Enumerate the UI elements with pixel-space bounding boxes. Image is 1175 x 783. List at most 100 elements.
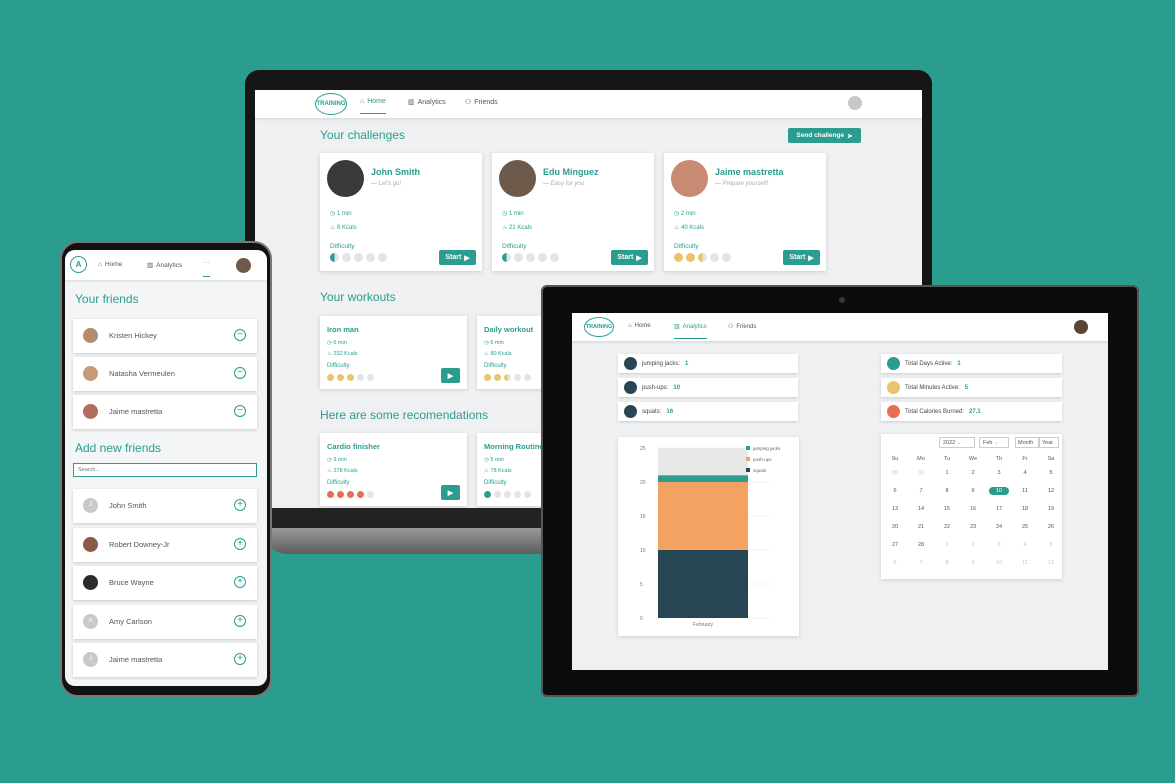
calendar-day[interactable]: 24 <box>989 524 1009 530</box>
play-icon: ▶ <box>636 254 642 262</box>
nav-analytics[interactable]: ▥ Analytics <box>408 98 446 107</box>
user-avatar[interactable] <box>236 258 251 273</box>
user-avatar[interactable] <box>848 96 862 110</box>
app-logo[interactable]: TRAINING <box>315 93 347 115</box>
user-avatar[interactable] <box>1074 320 1088 334</box>
calendar-day[interactable]: 4 <box>1015 470 1035 476</box>
stat-value: 1 <box>957 360 961 367</box>
workout-card[interactable]: Iron man ◷ 6 min ♨ 232 Kcals Difficulty … <box>320 316 467 389</box>
send-challenge-label: Send challenge <box>796 132 845 139</box>
suggestion-name: John Smith <box>109 501 147 510</box>
calendar-day[interactable]: 26 <box>1041 524 1061 530</box>
nav-more[interactable]: ··· <box>203 259 210 277</box>
calendar-day[interactable]: 11 <box>1015 488 1035 494</box>
calendar-day[interactable]: 7 <box>911 560 931 566</box>
send-challenge-button[interactable]: Send challenge ➤ <box>788 128 861 143</box>
calendar-day[interactable]: 18 <box>1015 506 1035 512</box>
laptop-navbar: TRAINING ⌂ Home ▥ Analytics ⚇ Friends <box>255 90 922 118</box>
calendar-day[interactable]: 14 <box>911 506 931 512</box>
add-friend-icon[interactable]: + <box>234 538 246 550</box>
nav-friends[interactable]: ⚇ Friends <box>465 98 498 107</box>
calendar-day[interactable]: 30 <box>885 470 905 476</box>
view-month-button[interactable]: Month <box>1015 437 1039 448</box>
difficulty-dots <box>674 253 731 262</box>
calendar-day[interactable]: 22 <box>937 524 957 530</box>
challenge-time: ◷ 2 min <box>674 211 696 217</box>
calendar-day[interactable]: 20 <box>885 524 905 530</box>
exercise-value: 1 <box>685 360 689 367</box>
start-button[interactable]: Start ▶ <box>611 250 648 265</box>
calendar-day[interactable]: 4 <box>1015 542 1035 548</box>
calendar-day[interactable]: 6 <box>885 488 905 494</box>
friend-row: Jaime mastretta − <box>73 395 257 429</box>
nav-home[interactable]: ⌂ Home <box>98 261 122 268</box>
recommendation-card[interactable]: Cardio finisher ◷ 9 min ♨ 278 Kcals Diff… <box>320 433 467 506</box>
play-button[interactable]: ▶ <box>441 368 460 383</box>
calendar-day[interactable]: 15 <box>937 506 957 512</box>
calendar-day[interactable]: 21 <box>911 524 931 530</box>
calendar-day[interactable]: 17 <box>989 506 1009 512</box>
challenger-avatar <box>499 160 536 197</box>
start-button[interactable]: Start ▶ <box>783 250 820 265</box>
nav-home[interactable]: ⌂ Home <box>360 98 386 114</box>
clock-icon: ◷ <box>330 211 337 217</box>
app-logo-icon[interactable]: A <box>70 256 87 273</box>
calendar-day[interactable]: 2 <box>963 470 983 476</box>
calendar-day[interactable]: 1 <box>937 470 957 476</box>
add-friend-icon[interactable]: + <box>234 576 246 588</box>
calendar-day[interactable]: 1 <box>937 542 957 548</box>
calendar-day[interactable]: 13 <box>885 506 905 512</box>
search-input[interactable] <box>73 463 257 477</box>
remove-friend-icon[interactable]: − <box>234 367 246 379</box>
add-friend-icon[interactable]: + <box>234 653 246 665</box>
nav-analytics[interactable]: ▥ Analytics <box>147 261 182 270</box>
calendar-day[interactable]: 8 <box>937 488 957 494</box>
calendar-day[interactable]: 28 <box>911 542 931 548</box>
calendar-day[interactable]: 3 <box>989 542 1009 548</box>
calendar-day[interactable]: 23 <box>963 524 983 530</box>
calendar-day[interactable]: 11 <box>1015 560 1035 566</box>
calendar-day[interactable]: 10 <box>989 487 1009 495</box>
avatar <box>83 404 98 419</box>
calendar-day[interactable]: 19 <box>1041 506 1061 512</box>
difficulty-label: Difficulty <box>330 243 355 250</box>
legend-swatch <box>746 446 750 450</box>
calendar-day[interactable]: 9 <box>963 560 983 566</box>
calendar-day[interactable]: 31 <box>911 470 931 476</box>
flame-icon: ♨ <box>330 225 338 231</box>
calendar-day[interactable]: 8 <box>937 560 957 566</box>
remove-friend-icon[interactable]: − <box>234 329 246 341</box>
app-logo[interactable]: TRAINING <box>584 317 614 337</box>
play-icon: ▶ <box>464 254 470 262</box>
calendar-day[interactable]: 9 <box>963 488 983 494</box>
calendar-day[interactable]: 5 <box>1041 470 1061 476</box>
calendar-day[interactable]: 10 <box>989 560 1009 566</box>
month-select[interactable]: Feb ⌄ <box>979 437 1009 448</box>
calendar-day[interactable]: 3 <box>989 470 1009 476</box>
nav-analytics[interactable]: ▥ Analytics <box>674 323 707 339</box>
suggestion-row: A Amy Carlson + <box>73 605 257 639</box>
calendar-day[interactable]: 5 <box>1041 542 1061 548</box>
y-tick-label: 25 <box>640 446 646 452</box>
calendar-day[interactable]: 12 <box>1041 488 1061 494</box>
remove-friend-icon[interactable]: − <box>234 405 246 417</box>
calendar-day[interactable]: 7 <box>911 488 931 494</box>
calendar-day[interactable]: 12 <box>1041 560 1061 566</box>
chart-icon: ▥ <box>147 262 154 269</box>
weekday-label: Tu <box>943 456 951 462</box>
start-button[interactable]: Start ▶ <box>439 250 476 265</box>
suggestion-name: Amy Carlson <box>109 617 152 626</box>
calendar-day[interactable]: 2 <box>963 542 983 548</box>
play-button[interactable]: ▶ <box>441 485 460 500</box>
calendar-day[interactable]: 6 <box>885 560 905 566</box>
view-year-button[interactable]: Year <box>1039 437 1059 448</box>
nav-home[interactable]: ⌂ Home <box>628 323 651 329</box>
calendar-day[interactable]: 27 <box>885 542 905 548</box>
add-friend-icon[interactable]: + <box>234 615 246 627</box>
calendar-day[interactable]: 25 <box>1015 524 1035 530</box>
year-select[interactable]: 2022 ⌄ <box>939 437 975 448</box>
add-friend-icon[interactable]: + <box>234 499 246 511</box>
nav-friends[interactable]: ⚇ Friends <box>728 323 756 331</box>
calendar-day[interactable]: 16 <box>963 506 983 512</box>
challenge-kcal: ♨ 21 Kcals <box>502 225 533 231</box>
